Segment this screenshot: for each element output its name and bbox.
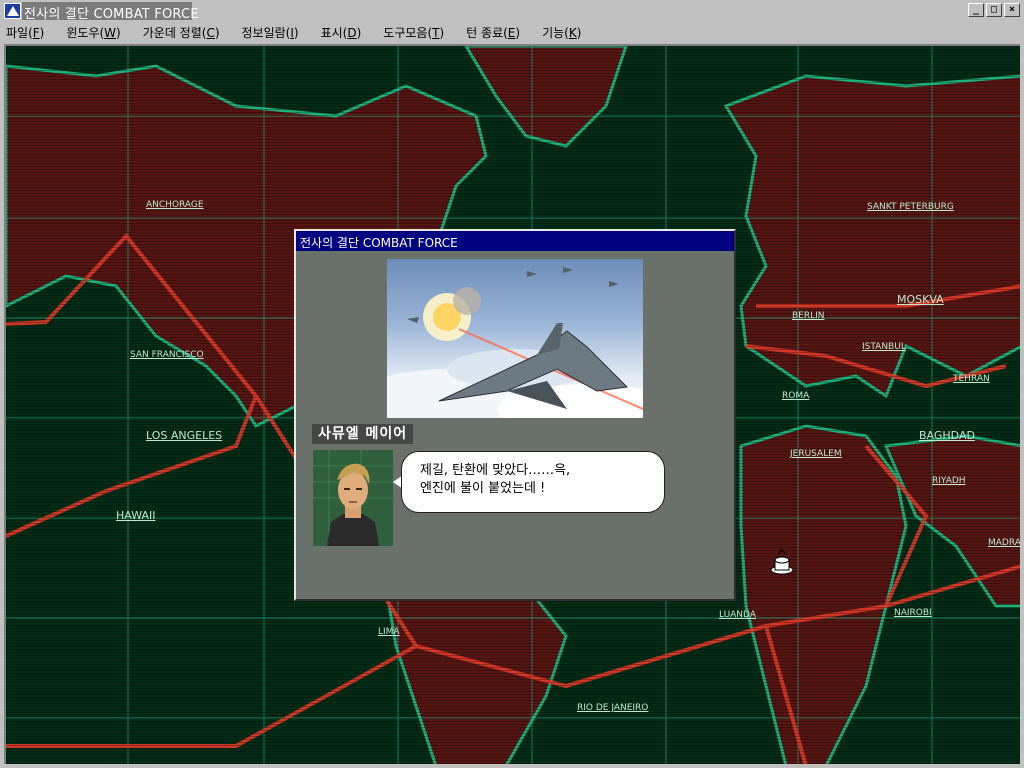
menu-display[interactable]: 표시(D) [321,24,362,41]
city-istanbul[interactable]: ISTANBUL [862,342,906,352]
speaker-name: 사뮤엘 메이어 [312,424,414,444]
speech-bubble: 제길, 탄환에 맞았다……윽, 엔진에 불이 붙었는데 ! [401,451,665,513]
city-nairobi[interactable]: NAIROBI [894,608,932,618]
menu-file[interactable]: 파일(F) [6,24,44,41]
window-controls: _ □ × [968,3,1020,17]
city-sankt-peterburg[interactable]: SANKT PETERBURG [867,202,954,212]
window-title: 전사의 결단 COMBAT FORCE [24,7,199,22]
menu-function[interactable]: 기능(K) [542,24,581,41]
pilot-portrait-illustration [313,450,393,546]
city-roma[interactable]: ROMA [782,391,809,401]
menu-info[interactable]: 정보일람(I) [242,24,299,41]
city-riyadh[interactable]: RIYADH [932,476,966,486]
hourglass-cursor-icon [770,549,794,575]
dialog-line-1: 제길, 탄환에 맞았다……윽, [420,463,571,478]
city-madras[interactable]: MADRA [988,538,1020,548]
city-jerusalem[interactable]: JERUSALEM [790,449,842,459]
city-tehran[interactable]: TEHRAN [953,374,990,384]
city-hawaii[interactable]: HAWAII [116,509,155,522]
title-bar[interactable]: 전사의 결단 COMBAT FORCE _ □ × [0,0,1024,22]
city-anchorage[interactable]: ANCHORAGE [146,200,204,210]
city-rio-de-janeiro[interactable]: RIO DE JANEIRO [577,703,648,713]
city-berlin[interactable]: BERLIN [792,311,825,321]
maximize-button[interactable]: □ [986,3,1002,17]
dialog-line-2: 엔진에 불이 붙었는데 ! [420,481,546,496]
city-lima[interactable]: LIMA [378,627,400,637]
city-los-angeles[interactable]: LOS ANGELES [146,429,222,442]
app-icon[interactable] [4,3,21,19]
menu-end-turn[interactable]: 턴 종료(E) [466,24,520,41]
jet-fighter-illustration [387,267,643,418]
event-dialog[interactable]: 전사의 결단 COMBAT FORCE 사뮤엘 메이어 제길, 탄환에 맞았다…… [294,229,736,601]
city-san-francisco[interactable]: SAN FRANCISCO [130,350,204,360]
menu-window[interactable]: 윈도우(W) [66,24,120,41]
city-luanda[interactable]: LUANDA [719,610,756,620]
menu-bar: 파일(F) 윈도우(W) 가운데 정렬(C) 정보일람(I) 표시(D) 도구모… [0,22,1024,42]
menu-center[interactable]: 가운데 정렬(C) [143,24,220,41]
dialog-title: 전사의 결단 COMBAT FORCE [300,236,458,250]
close-button[interactable]: × [1004,3,1020,17]
game-window: 전사의 결단 COMBAT FORCE _ □ × 파일(F) 윈도우(W) 가… [0,0,1024,768]
city-moskva[interactable]: MOSKVA [897,293,944,306]
dialog-title-bar[interactable]: 전사의 결단 COMBAT FORCE [296,231,734,251]
minimize-button[interactable]: _ [968,3,984,17]
pilot-portrait [313,450,393,546]
combat-scene-image [387,259,643,418]
city-baghdad[interactable]: BAGHDAD [919,429,975,442]
menu-toolbar[interactable]: 도구모음(T) [383,24,444,41]
